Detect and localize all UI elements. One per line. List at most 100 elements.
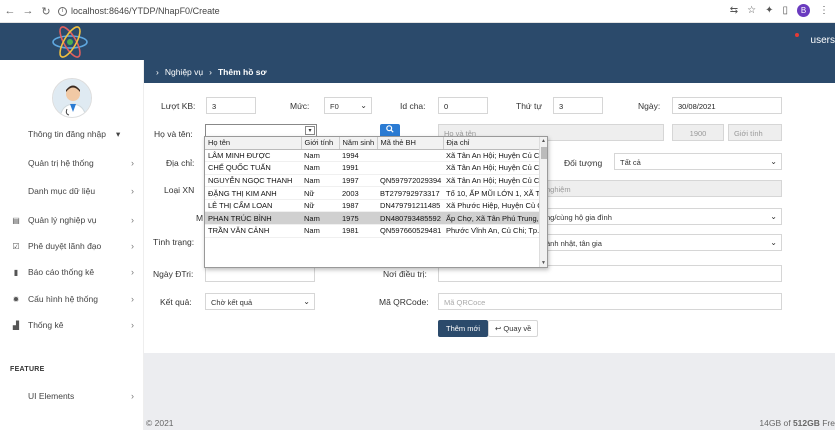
sidebar-item-approval[interactable]: ☑ Phê duyệt lãnh đạo › <box>10 239 136 253</box>
table-row[interactable]: LÂM MINH ĐƯỢC Nam 1994 Xã Tân An Hội; Hu… <box>205 149 541 163</box>
sidebar-item-data-catalog[interactable]: Danh mục dữ liệu › <box>10 184 136 198</box>
cell-insurance: QN597972029394 <box>377 174 443 188</box>
url-text: localhost:8646/YTDP/NhapF0/Create <box>71 6 220 16</box>
sidebar: Thông tin đăng nhập ▾ Quản trị hệ thống … <box>0 60 144 430</box>
sidebar-item-label: Quản lý nghiệp vụ <box>28 215 97 225</box>
table-row[interactable]: ĐẶNG THỊ KIM ANH Nữ 2003 BT279792973317 … <box>205 186 541 200</box>
cell-name: TRẦN VĂN CẢNH <box>205 224 301 238</box>
chevron-right-icon: › <box>131 294 134 304</box>
chevron-down-icon: ⌄ <box>303 297 310 306</box>
doi-tuong-select[interactable]: Tất cả ⌄ <box>614 153 782 170</box>
back-button-label: Quay về <box>503 324 532 333</box>
list-icon: ▤ <box>12 215 20 225</box>
star-icon[interactable]: ☆ <box>747 5 756 16</box>
breadcrumb-parent[interactable]: Nghiệp vụ <box>165 67 203 77</box>
storage-used: 14GB of <box>759 418 793 428</box>
sidebar-item-statistics[interactable]: ▟ Thống kê › <box>10 318 136 332</box>
row5-label-partial: M <box>196 213 204 223</box>
luot-kb-input[interactable]: 3 <box>206 97 256 114</box>
scroll-up-icon[interactable]: ▲ <box>541 138 546 144</box>
back-button[interactable]: ↩ Quay về <box>488 320 539 337</box>
table-row[interactable]: LÊ THỊ CẨM LOAN Nữ 1987 DN479791211485 X… <box>205 199 541 213</box>
forward-arrow-icon[interactable]: → <box>20 5 36 17</box>
dropdown-scrollbar[interactable]: ▲ ▼ <box>539 137 547 267</box>
reload-icon[interactable]: ↻ <box>38 5 54 18</box>
table-row[interactable]: TRẦN VĂN CẢNH Nam 1981 QN597660529481 Ph… <box>205 224 541 238</box>
copyright: © 2021 <box>146 418 174 428</box>
back-arrow-icon[interactable]: ← <box>2 5 18 17</box>
storage-suffix: Fre <box>819 418 835 428</box>
ngay-input[interactable]: 30/08/2021 <box>672 97 782 114</box>
table-row[interactable]: CHẾ QUỐC TUẤN Nam 1991 Xã Tân An Hội; Hu… <box>205 161 541 175</box>
table-row[interactable]: NGUYỄN NGỌC THANH Nam 1997 QN59797202939… <box>205 174 541 188</box>
cell-address: Xã Tân An Hội; Huyện Củ C <box>443 149 541 163</box>
chevron-right-icon: › <box>131 320 134 330</box>
ma-qrcode-label: Mã QRCode: <box>379 297 429 307</box>
chevron-right-icon: › <box>131 241 134 251</box>
ngay-label: Ngày: <box>638 101 661 111</box>
info-icon[interactable]: i <box>58 6 67 16</box>
cell-gender: Nam <box>301 224 339 238</box>
ket-qua-value: Chờ kết quả <box>211 298 253 307</box>
sidebar-item-label: Quản trị hệ thống <box>28 158 94 168</box>
address-bar[interactable]: i localhost:8646/YTDP/NhapF0/Create <box>58 6 220 16</box>
submit-button[interactable]: Thêm mới <box>438 320 489 337</box>
login-info-label: Thông tin đăng nhập <box>28 129 106 139</box>
table-row-selected[interactable]: PHAN TRÚC BÌNH Nam 1975 DN480793485592 Ấ… <box>205 211 541 226</box>
scrollbar-thumb[interactable] <box>541 147 547 159</box>
cell-birth-year: 1997 <box>339 174 377 188</box>
contact-select[interactable]: ng/cùng hộ gia đình ⌄ <box>540 208 782 225</box>
cell-gender: Nam <box>301 149 339 163</box>
gioi-tinh-input[interactable]: Giới tính <box>728 124 782 141</box>
app-header: users <box>0 23 835 60</box>
atom-logo-icon[interactable] <box>50 24 90 60</box>
menu-icon[interactable]: ⋮ <box>819 5 829 16</box>
sidebar-item-system-admin[interactable]: Quản trị hệ thống › <box>10 156 136 170</box>
patient-table: Họ tên Giới tính Năm sinh Mã thẻ BH Địa … <box>205 137 542 238</box>
cell-birth-year: 1991 <box>339 161 377 175</box>
nam-sinh-input[interactable]: 1900 <box>672 124 724 141</box>
tinh-trang-select[interactable]: ành nhật, tân gia ⌄ <box>540 234 782 251</box>
sidebar-item-reports[interactable]: ▮ Báo cáo thống kê › <box>10 265 136 279</box>
storage-info: 14GB of 512GB Fre <box>759 418 835 428</box>
translate-icon[interactable]: ⇆ <box>730 5 738 16</box>
column-header[interactable]: Họ tên <box>205 137 302 150</box>
id-cha-input[interactable]: 0 <box>438 97 488 114</box>
loai-xn-input[interactable]: nghiệm <box>540 180 782 197</box>
sidebar-item-config[interactable]: ✹ Cấu hình hệ thống › <box>10 292 136 306</box>
sidepanel-icon[interactable]: ▯ <box>782 5 788 16</box>
chevron-down-icon: ⌄ <box>770 238 777 247</box>
chevron-right-icon: › <box>131 158 134 168</box>
cell-address: Ấp Chợ, Xã Tân Phú Trung, <box>443 211 541 226</box>
muc-select[interactable]: F0 ⌄ <box>324 97 372 114</box>
column-header[interactable]: Địa chỉ <box>443 137 542 150</box>
profile-avatar[interactable]: B <box>797 4 810 17</box>
chart-icon: ▟ <box>12 320 20 330</box>
notification-dot-icon <box>795 33 799 37</box>
cell-gender: Nam <box>301 174 339 188</box>
login-info[interactable]: Thông tin đăng nhập ▾ <box>28 129 120 140</box>
table-header-row: Họ tên Giới tính Năm sinh Mã thẻ BH Địa … <box>205 137 542 150</box>
sidebar-item-business[interactable]: ▤ Quản lý nghiệp vụ › <box>10 213 136 227</box>
cell-address: Tổ 10, ẤP MŨI LỚN 1, XÃ T <box>443 186 541 200</box>
thu-tu-label: Thứ tự <box>516 101 543 111</box>
tinh-trang-value: ành nhật, tân gia <box>546 239 602 248</box>
ket-qua-select[interactable]: Chờ kết quả ⌄ <box>205 293 315 310</box>
cell-insurance: DN479791211485 <box>377 199 443 213</box>
ma-qrcode-input[interactable]: Mã QRCoce <box>438 293 782 310</box>
avatar <box>52 78 92 118</box>
file-icon: ▮ <box>13 267 19 277</box>
luot-kb-label: Lượt KB: <box>161 101 196 111</box>
column-header[interactable]: Năm sinh <box>339 137 378 150</box>
chevron-right-icon: › <box>131 186 134 196</box>
patient-dropdown-grid[interactable]: Họ tên Giới tính Năm sinh Mã thẻ BH Địa … <box>204 136 548 268</box>
column-header[interactable]: Mã thẻ BH <box>377 137 444 150</box>
sidebar-item-ui-elements[interactable]: UI Elements › <box>10 389 136 403</box>
scroll-down-icon[interactable]: ▼ <box>541 260 546 266</box>
chevron-down-icon[interactable]: ▾ <box>305 126 315 135</box>
extensions-icon[interactable]: ✦ <box>765 5 773 16</box>
cell-gender: Nữ <box>301 199 339 213</box>
thu-tu-input[interactable]: 3 <box>553 97 603 114</box>
user-menu[interactable]: users <box>811 35 835 46</box>
column-header[interactable]: Giới tính <box>301 137 340 150</box>
